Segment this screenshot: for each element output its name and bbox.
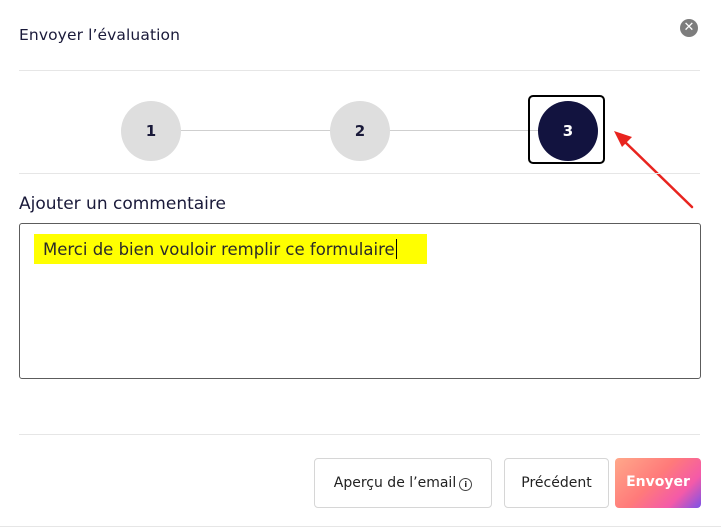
divider [19,70,700,71]
info-icon: i [459,478,473,491]
comment-highlighted-text: Merci de bien vouloir remplir ce formula… [34,234,427,264]
comment-textarea[interactable]: Merci de bien vouloir remplir ce formula… [19,223,701,379]
close-icon[interactable]: ✕ [680,19,698,37]
step-connector [181,130,330,131]
step-connector [390,130,538,131]
send-button[interactable]: Envoyer [615,458,701,508]
annotation-arrow-icon [614,131,694,209]
previous-button[interactable]: Précédent [504,458,609,508]
comment-label: Ajouter un commentaire [19,194,226,214]
divider [19,173,700,174]
email-preview-button[interactable]: Aperçu de l’email i [314,458,492,508]
divider [19,434,700,435]
text-caret [395,239,397,259]
step-3-active[interactable]: 3 [538,101,598,161]
email-preview-label: Aperçu de l’email [333,475,457,491]
comment-value: Merci de bien vouloir remplir ce formula… [43,240,395,259]
send-evaluation-modal: Envoyer l’évaluation ✕ 1 2 3 Ajouter un … [0,0,721,527]
step-2[interactable]: 2 [330,101,390,161]
step-1[interactable]: 1 [121,101,181,161]
modal-title: Envoyer l’évaluation [19,26,181,44]
